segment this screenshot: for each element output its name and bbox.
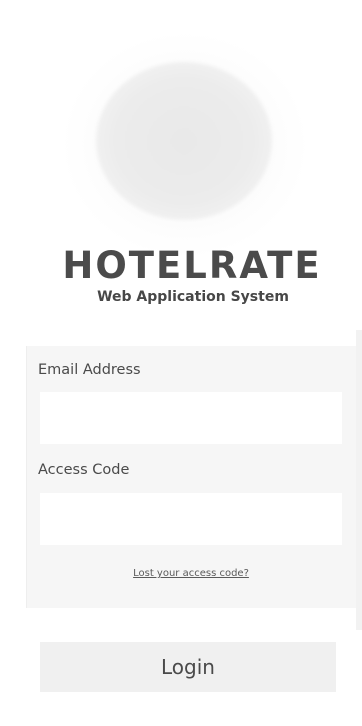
brand-title: HOTELRATE (62, 244, 322, 287)
login-button[interactable]: Login (40, 642, 336, 692)
hotel-logo-icon (96, 62, 272, 220)
brand-block: HOTELRATE Web Application System (0, 244, 362, 305)
lost-access-code-link[interactable]: Lost your access code? (10, 568, 362, 579)
access-code-field[interactable] (40, 493, 342, 545)
access-code-label: Access Code (38, 462, 130, 478)
brand-subtitle: Web Application System (97, 289, 289, 305)
email-field[interactable] (40, 392, 342, 444)
panel-edge (356, 330, 362, 630)
email-label: Email Address (38, 362, 141, 378)
